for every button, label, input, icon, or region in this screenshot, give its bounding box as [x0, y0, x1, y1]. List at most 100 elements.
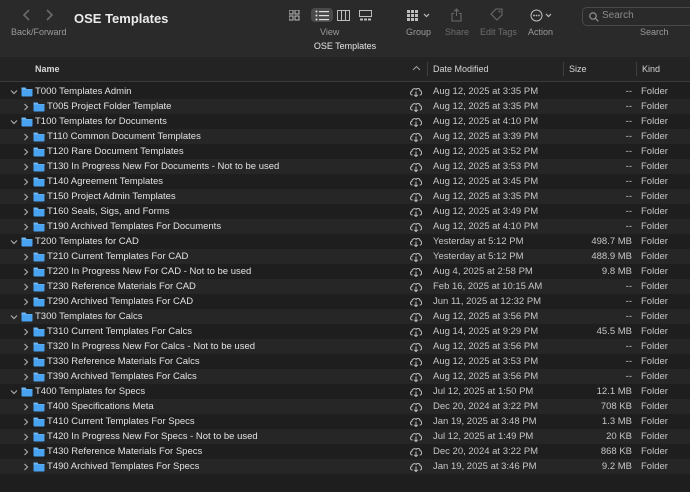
table-row[interactable]: T100 Templates for Documents Aug 12, 2025… [0, 114, 690, 129]
disclosure-right-icon[interactable] [22, 343, 30, 351]
disclosure-right-icon[interactable] [22, 328, 30, 336]
column-divider[interactable] [636, 62, 637, 76]
column-kind-header[interactable]: Kind [642, 64, 660, 74]
table-row[interactable]: T150 Project Admin Templates Aug 12, 2025… [0, 189, 690, 204]
cloud-download-icon[interactable] [409, 311, 423, 322]
disclosure-down-icon[interactable] [10, 88, 18, 96]
table-row[interactable]: T410 Current Templates For Specs Jan 19, … [0, 414, 690, 429]
file-kind: Folder [641, 281, 668, 292]
column-divider[interactable] [563, 62, 564, 76]
group-icon[interactable] [407, 10, 433, 21]
disclosure-right-icon[interactable] [22, 418, 30, 426]
column-size-header[interactable]: Size [569, 64, 587, 74]
disclosure-down-icon[interactable] [10, 313, 18, 321]
disclosure-right-icon[interactable] [22, 163, 30, 171]
share-icon[interactable] [451, 8, 462, 22]
disclosure-right-icon[interactable] [22, 358, 30, 366]
table-row[interactable]: T320 In Progress New For Calcs - Not to … [0, 339, 690, 354]
search-input[interactable]: Search [582, 7, 690, 26]
cloud-download-icon[interactable] [409, 371, 423, 382]
disclosure-right-icon[interactable] [22, 133, 30, 141]
disclosure-down-icon[interactable] [10, 238, 18, 246]
disclosure-down-icon[interactable] [10, 118, 18, 126]
table-row[interactable]: T310 Current Templates For Calcs Aug 14, … [0, 324, 690, 339]
table-row[interactable]: T490 Archived Templates For Specs Jan 19,… [0, 459, 690, 474]
table-row[interactable]: T130 In Progress New For Documents - Not… [0, 159, 690, 174]
back-forward-buttons[interactable] [18, 8, 58, 26]
cloud-download-icon[interactable] [409, 386, 423, 397]
table-row[interactable]: T400 Specifications Meta Dec 20, 2024 at … [0, 399, 690, 414]
table-row[interactable]: T000 Templates Admin Aug 12, 2025 at 3:35… [0, 84, 690, 99]
cloud-download-icon[interactable] [409, 146, 423, 157]
disclosure-right-icon[interactable] [22, 208, 30, 216]
cloud-download-icon[interactable] [409, 101, 423, 112]
disclosure-right-icon[interactable] [22, 433, 30, 441]
cloud-download-icon[interactable] [409, 431, 423, 442]
cloud-download-icon[interactable] [409, 251, 423, 262]
table-row[interactable]: T200 Templates for CAD Yesterday at 5:12 … [0, 234, 690, 249]
disclosure-down-icon[interactable] [10, 388, 18, 396]
action-ellipsis-icon[interactable] [530, 9, 554, 22]
disclosure-right-icon[interactable] [22, 403, 30, 411]
column-divider[interactable] [427, 62, 428, 76]
cloud-download-icon[interactable] [409, 341, 423, 352]
cloud-download-icon[interactable] [409, 116, 423, 127]
table-row[interactable]: T005 Project Folder Template Aug 12, 2025… [0, 99, 690, 114]
back-chevron-icon[interactable] [22, 8, 32, 22]
disclosure-right-icon[interactable] [22, 448, 30, 456]
cloud-download-icon[interactable] [409, 401, 423, 412]
icon-view-icon[interactable] [289, 10, 301, 21]
table-row[interactable]: T290 Archived Templates For CAD Jun 11, 2… [0, 294, 690, 309]
cloud-download-icon[interactable] [409, 266, 423, 277]
table-row[interactable]: T220 In Progress New For CAD - Not to be… [0, 264, 690, 279]
file-kind: Folder [641, 431, 668, 442]
forward-chevron-icon[interactable] [44, 8, 54, 22]
table-row[interactable]: T210 Current Templates For CAD Yesterday … [0, 249, 690, 264]
table-row[interactable]: T420 In Progress New For Specs - Not to … [0, 429, 690, 444]
disclosure-right-icon[interactable] [22, 298, 30, 306]
tag-icon[interactable] [490, 8, 504, 21]
cloud-download-icon[interactable] [409, 296, 423, 307]
cloud-download-icon[interactable] [409, 86, 423, 97]
disclosure-right-icon[interactable] [22, 193, 30, 201]
disclosure-right-icon[interactable] [22, 373, 30, 381]
column-date-header[interactable]: Date Modified [433, 64, 489, 74]
disclosure-right-icon[interactable] [22, 283, 30, 291]
cloud-download-icon[interactable] [409, 281, 423, 292]
table-row[interactable]: T230 Reference Materials For CAD Feb 16, … [0, 279, 690, 294]
disclosure-right-icon[interactable] [22, 268, 30, 276]
table-row[interactable]: T120 Rare Document Templates Aug 12, 2025… [0, 144, 690, 159]
cloud-download-icon[interactable] [409, 176, 423, 187]
cloud-download-icon[interactable] [409, 236, 423, 247]
cloud-download-icon[interactable] [409, 161, 423, 172]
column-name-header[interactable]: Name [35, 64, 60, 74]
list-view-icon[interactable] [315, 10, 329, 21]
cloud-download-icon[interactable] [409, 461, 423, 472]
disclosure-right-icon[interactable] [22, 463, 30, 471]
cloud-download-icon[interactable] [409, 446, 423, 457]
cloud-download-icon[interactable] [409, 206, 423, 217]
cloud-download-icon[interactable] [409, 326, 423, 337]
folder-icon [21, 237, 33, 247]
gallery-view-icon[interactable] [359, 10, 372, 21]
cloud-download-icon[interactable] [409, 131, 423, 142]
table-row[interactable]: T400 Templates for Specs Jul 12, 2025 at … [0, 384, 690, 399]
table-row[interactable]: T190 Archived Templates For Documents Aug… [0, 219, 690, 234]
cloud-download-icon[interactable] [409, 191, 423, 202]
disclosure-right-icon[interactable] [22, 148, 30, 156]
table-row[interactable]: T300 Templates for Calcs Aug 12, 2025 at … [0, 309, 690, 324]
table-row[interactable]: T330 Reference Materials For Calcs Aug 12… [0, 354, 690, 369]
disclosure-right-icon[interactable] [22, 178, 30, 186]
disclosure-right-icon[interactable] [22, 223, 30, 231]
cloud-download-icon[interactable] [409, 416, 423, 427]
column-view-icon[interactable] [337, 10, 350, 21]
table-row[interactable]: T160 Seals, Sigs, and Forms Aug 12, 2025 … [0, 204, 690, 219]
table-row[interactable]: T110 Common Document Templates Aug 12, 20… [0, 129, 690, 144]
disclosure-right-icon[interactable] [22, 253, 30, 261]
cloud-download-icon[interactable] [409, 221, 423, 232]
disclosure-right-icon[interactable] [22, 103, 30, 111]
cloud-download-icon[interactable] [409, 356, 423, 367]
table-row[interactable]: T430 Reference Materials For Specs Dec 20… [0, 444, 690, 459]
table-row[interactable]: T140 Agreement Templates Aug 12, 2025 at … [0, 174, 690, 189]
table-row[interactable]: T390 Archived Templates For Calcs Aug 12,… [0, 369, 690, 384]
